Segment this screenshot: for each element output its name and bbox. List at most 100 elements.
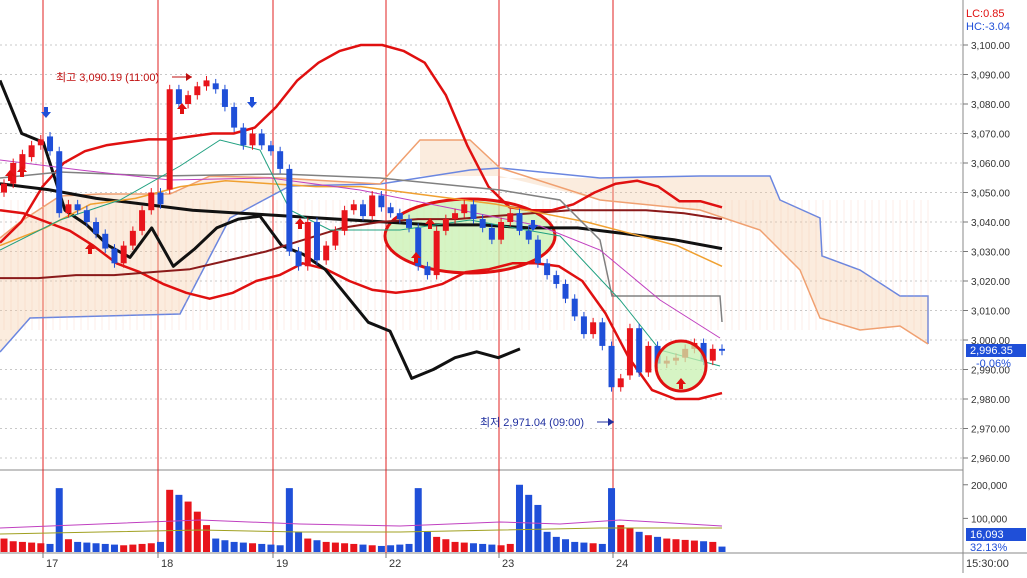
- volume-bar: [18, 541, 26, 552]
- volume-bar: [83, 542, 91, 552]
- volume-bar: [184, 501, 192, 552]
- volume-bar: [313, 540, 321, 552]
- candle: [516, 213, 523, 231]
- volume-bar: [654, 536, 662, 552]
- volume-bar: [267, 544, 275, 552]
- volume-bar: [617, 525, 625, 552]
- candle: [102, 233, 109, 249]
- x-tick-label: 17: [46, 558, 58, 570]
- volume-bar: [543, 531, 551, 552]
- volume-bar: [479, 543, 487, 552]
- candle: [203, 80, 210, 87]
- x-tick-label: 18: [161, 558, 173, 570]
- volume-bar: [571, 541, 579, 552]
- volume-bar: [156, 541, 164, 552]
- volume-bar: [230, 541, 238, 552]
- candle: [129, 230, 136, 246]
- volume-bar: [101, 543, 109, 552]
- candle: [369, 195, 376, 217]
- candle: [424, 266, 431, 276]
- price-chart: 3,100.00 3,090.00 3,080.00 3,070.00 3,060.00…: [0, 0, 1027, 573]
- high-annotation: 최고 3,090.19 (11:00): [56, 71, 159, 84]
- y-tick-label: 3,030.00: [971, 248, 1010, 259]
- candle: [461, 204, 468, 214]
- candle: [286, 168, 293, 252]
- candle: [277, 151, 284, 169]
- volume-bar: [709, 541, 717, 552]
- candle: [166, 89, 173, 190]
- y-tick-label: 3,100.00: [971, 41, 1010, 52]
- candle: [396, 213, 403, 220]
- volume-bar: [341, 543, 349, 552]
- y-tick-label: 3,080.00: [971, 100, 1010, 111]
- candle: [360, 204, 366, 217]
- candle: [507, 213, 514, 222]
- volume-bar: [580, 542, 588, 552]
- volume-bar: [37, 543, 45, 552]
- y-tick-label: 3,020.00: [971, 277, 1010, 288]
- candle: [93, 222, 100, 234]
- candle: [231, 106, 238, 128]
- vol-y-tick-label: 200,000: [971, 481, 1008, 492]
- x-tick-label: 22: [389, 558, 401, 570]
- volume-bar: [129, 544, 137, 552]
- chart-canvas: 3,100.00 3,090.00 3,080.00 3,070.00 3,060.00…: [0, 0, 1027, 573]
- volume-bar: [663, 538, 671, 552]
- candle: [258, 133, 265, 146]
- volume-bar: [285, 488, 293, 552]
- candle: [83, 210, 90, 222]
- volume-bar: [396, 544, 404, 552]
- hc-label: HC:-3.04: [966, 21, 1010, 33]
- candle: [590, 322, 597, 335]
- volume-bar: [239, 542, 247, 552]
- volume-bar: [672, 539, 680, 552]
- volume-bar: [451, 541, 459, 552]
- volume-bar: [423, 531, 431, 552]
- candle: [221, 89, 228, 107]
- volume-bar: [193, 511, 201, 552]
- candle: [323, 245, 330, 261]
- candle: [406, 219, 413, 228]
- candle: [1, 183, 7, 193]
- candle: [580, 316, 587, 335]
- volume-bar: [718, 546, 726, 552]
- candle: [479, 219, 486, 228]
- candle: [185, 95, 192, 104]
- y-tick-label: 2,980.00: [971, 395, 1010, 406]
- volume-bar: [120, 545, 128, 552]
- candle: [442, 219, 449, 231]
- candle: [295, 251, 302, 267]
- y-tick-label: 3,050.00: [971, 189, 1010, 200]
- candle: [488, 227, 495, 240]
- y-tick-label: 3,090.00: [971, 71, 1010, 82]
- candle: [332, 230, 339, 246]
- x-tick-label: 19: [276, 558, 288, 570]
- candle: [608, 345, 615, 388]
- candle: [157, 192, 164, 205]
- volume-bar: [74, 541, 82, 552]
- volume-bar: [212, 538, 220, 552]
- candle: [341, 210, 348, 231]
- volume-bar: [506, 543, 514, 552]
- candle: [28, 145, 35, 158]
- y-tick-label: 3,040.00: [971, 218, 1010, 229]
- low-annotation: 최저 2,971.04 (09:00): [480, 416, 584, 429]
- volume-bar: [138, 543, 146, 552]
- volume-bar: [469, 543, 477, 552]
- volume-bar: [0, 538, 8, 552]
- candle: [74, 204, 81, 211]
- volume-bar: [635, 531, 643, 552]
- volume-bar: [46, 543, 54, 552]
- volume-bar: [552, 536, 560, 552]
- volume-bar: [331, 542, 339, 552]
- volume-bar: [55, 488, 63, 552]
- vol-y-tick-label: 100,000: [971, 514, 1008, 525]
- volume-bar: [28, 542, 36, 552]
- candle: [139, 210, 146, 231]
- volume-bar: [700, 541, 708, 552]
- x-tick-label: 23: [502, 558, 514, 570]
- candle: [709, 348, 716, 361]
- candle: [378, 195, 385, 208]
- candle: [212, 83, 219, 90]
- volume-bar: [258, 543, 266, 552]
